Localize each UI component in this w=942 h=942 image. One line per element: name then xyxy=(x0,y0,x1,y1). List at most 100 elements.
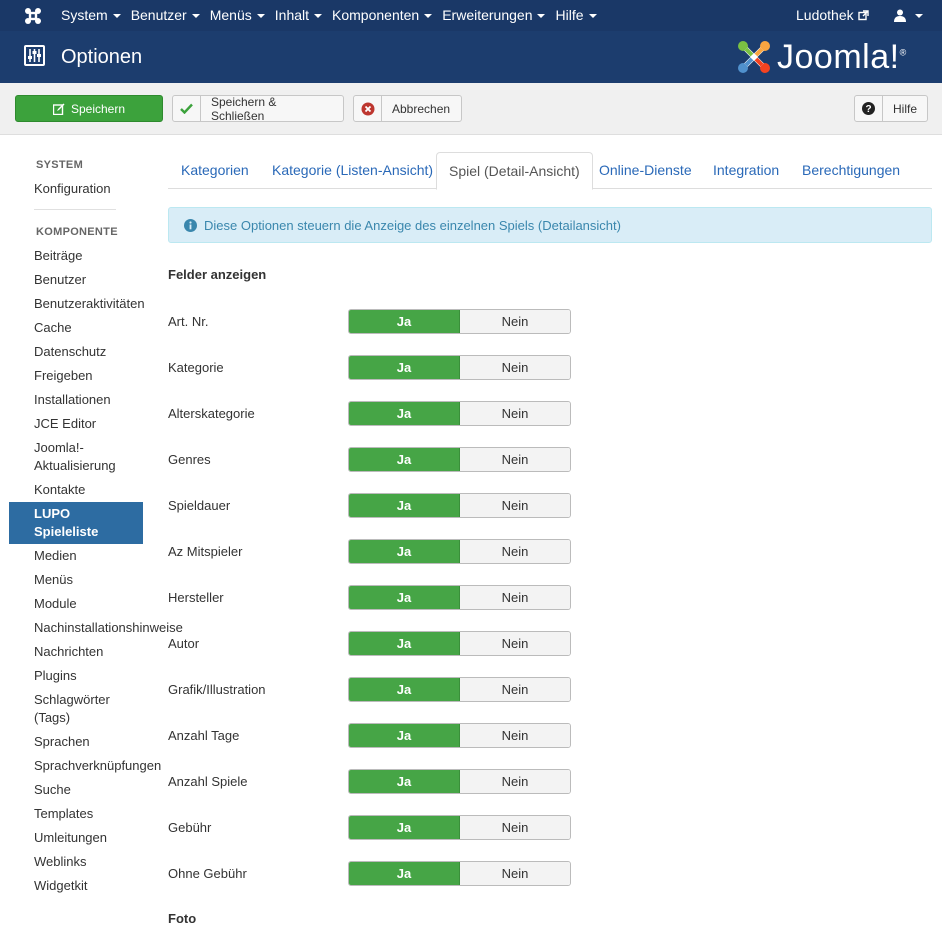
user-menu[interactable] xyxy=(894,0,923,31)
menu-menus[interactable]: Menüs xyxy=(210,0,265,31)
menu-erweiterungen[interactable]: Erweiterungen xyxy=(442,0,546,31)
field-label: Art. Nr. xyxy=(168,314,209,329)
sidebar-item-konfiguration[interactable]: Konfiguration xyxy=(34,180,111,198)
sidebar-item-kontakte[interactable]: Kontakte xyxy=(34,481,85,499)
sidebar-item-beitraege[interactable]: Beiträge xyxy=(34,247,82,265)
toggle-option-nein[interactable]: Nein xyxy=(460,540,570,563)
cancel-button[interactable]: Abbrechen xyxy=(353,95,462,122)
tab-kategorien[interactable]: Kategorien xyxy=(181,152,249,189)
site-name: Ludothek xyxy=(796,7,854,23)
sidebar-item-plugins[interactable]: Plugins xyxy=(34,667,77,685)
user-icon xyxy=(894,9,906,22)
sidebar-item-benutzeraktivitaeten[interactable]: Benutzeraktivitäten xyxy=(34,295,145,313)
sidebar-item-umleitungen[interactable]: Umleitungen xyxy=(34,829,107,847)
sidebar-item-suche[interactable]: Suche xyxy=(34,781,71,799)
sidebar-item-module[interactable]: Module xyxy=(34,595,77,613)
yes-no-toggle: Ja Nein xyxy=(348,309,571,334)
sidebar-item-nachrichten[interactable]: Nachrichten xyxy=(34,643,103,661)
section-title-foto: Foto xyxy=(168,911,197,926)
info-alert: Diese Optionen steuern die Anzeige des e… xyxy=(168,207,932,243)
tab-kategorie-listen-ansicht[interactable]: Kategorie (Listen-Ansicht) xyxy=(272,152,433,189)
help-button[interactable]: ? Hilfe xyxy=(854,95,928,122)
svg-text:?: ? xyxy=(865,104,871,115)
options-tabs: Kategorien Kategorie (Listen-Ansicht) Sp… xyxy=(168,152,932,190)
toggle-option-nein[interactable]: Nein xyxy=(460,310,570,333)
sidebar-item-installationen[interactable]: Installationen xyxy=(34,391,111,409)
yes-no-toggle: Ja Nein xyxy=(348,355,571,380)
menu-inhalt[interactable]: Inhalt xyxy=(275,0,323,31)
toggle-option-nein[interactable]: Nein xyxy=(460,448,570,471)
field-label: Kategorie xyxy=(168,360,224,375)
sidebar-item-joomla-aktualisierung[interactable]: Joomla!- Aktualisierung xyxy=(34,439,116,475)
field-label: Az Mitspieler xyxy=(168,544,243,559)
sidebar-item-weblinks[interactable]: Weblinks xyxy=(34,853,87,871)
menu-komponenten[interactable]: Komponenten xyxy=(332,0,433,31)
site-link[interactable]: Ludothek xyxy=(796,0,869,31)
yes-no-toggle: Ja Nein xyxy=(348,861,571,886)
toggle-option-ja[interactable]: Ja xyxy=(349,448,460,471)
toggle-option-ja[interactable]: Ja xyxy=(349,770,460,793)
toggle-option-nein[interactable]: Nein xyxy=(460,586,570,609)
toggle-option-ja[interactable]: Ja xyxy=(349,586,460,609)
menu-benutzer[interactable]: Benutzer xyxy=(131,0,200,31)
tab-online-dienste[interactable]: Online-Dienste xyxy=(599,152,692,189)
yes-no-toggle: Ja Nein xyxy=(348,585,571,610)
field-label: Ohne Gebühr xyxy=(168,866,247,881)
save-button[interactable]: Speichern xyxy=(15,95,163,122)
tab-integration[interactable]: Integration xyxy=(713,152,779,189)
yes-no-toggle: Ja Nein xyxy=(348,723,571,748)
save-close-button[interactable]: Speichern & Schließen xyxy=(172,95,344,123)
toggle-option-nein[interactable]: Nein xyxy=(460,494,570,517)
field-label: Spieldauer xyxy=(168,498,231,513)
joomla-logo-icon[interactable] xyxy=(22,5,44,27)
menu-hilfe[interactable]: Hilfe xyxy=(555,0,597,31)
sidebar-heading-komponente: KOMPONENTE xyxy=(36,226,118,238)
cancel-icon xyxy=(361,102,374,115)
toggle-option-ja[interactable]: Ja xyxy=(349,402,460,425)
options-sliders-icon xyxy=(24,45,45,66)
sidebar-divider xyxy=(34,209,116,210)
sidebar-item-medien[interactable]: Medien xyxy=(34,547,77,565)
caret-down-icon xyxy=(314,13,323,18)
sidebar-item-lupo-spieleliste[interactable]: LUPO Spieleliste xyxy=(9,502,143,544)
toggle-option-nein[interactable]: Nein xyxy=(460,862,570,885)
toggle-option-nein[interactable]: Nein xyxy=(460,770,570,793)
sidebar-item-cache[interactable]: Cache xyxy=(34,319,72,337)
toggle-option-ja[interactable]: Ja xyxy=(349,678,460,701)
toggle-option-ja[interactable]: Ja xyxy=(349,816,460,839)
sidebar-item-nachinstallationshinweise[interactable]: Nachinstallationshinweise xyxy=(34,619,183,637)
sidebar-item-datenschutz[interactable]: Datenschutz xyxy=(34,343,106,361)
toggle-option-nein[interactable]: Nein xyxy=(460,816,570,839)
caret-down-icon xyxy=(256,13,265,18)
main-menu: System Benutzer Menüs Inhalt Komponenten… xyxy=(61,0,607,31)
toggle-option-nein[interactable]: Nein xyxy=(460,402,570,425)
menu-system[interactable]: System xyxy=(61,0,121,31)
sidebar-item-jce-editor[interactable]: JCE Editor xyxy=(34,415,96,433)
toggle-option-nein[interactable]: Nein xyxy=(460,724,570,747)
sidebar-item-sprachen[interactable]: Sprachen xyxy=(34,733,90,751)
toggle-option-nein[interactable]: Nein xyxy=(460,632,570,655)
sidebar-item-sprachverknuepfungen[interactable]: Sprachverknüpfungen xyxy=(34,757,161,775)
toggle-option-ja[interactable]: Ja xyxy=(349,356,460,379)
tab-berechtigungen[interactable]: Berechtigungen xyxy=(802,152,900,189)
sidebar-item-menus[interactable]: Menüs xyxy=(34,571,73,589)
toggle-option-nein[interactable]: Nein xyxy=(460,356,570,379)
sidebar-item-freigeben[interactable]: Freigeben xyxy=(34,367,93,385)
toggle-option-ja[interactable]: Ja xyxy=(349,540,460,563)
sidebar-item-widgetkit[interactable]: Widgetkit xyxy=(34,877,87,895)
toggle-option-ja[interactable]: Ja xyxy=(349,632,460,655)
page-title: Optionen xyxy=(61,46,143,68)
external-link-icon xyxy=(857,10,869,21)
tab-spiel-detail-ansicht[interactable]: Spiel (Detail-Ansicht) xyxy=(436,152,593,190)
toggle-option-ja[interactable]: Ja xyxy=(349,724,460,747)
sidebar-item-schlagwoerter[interactable]: Schlagwörter (Tags) xyxy=(34,691,110,727)
sidebar-item-benutzer[interactable]: Benutzer xyxy=(34,271,86,289)
toggle-option-ja[interactable]: Ja xyxy=(349,862,460,885)
field-label: Autor xyxy=(168,636,200,651)
toggle-option-ja[interactable]: Ja xyxy=(349,310,460,333)
joomla-brand-icon xyxy=(738,41,770,73)
sidebar-item-templates[interactable]: Templates xyxy=(34,805,93,823)
toggle-option-ja[interactable]: Ja xyxy=(349,494,460,517)
toggle-option-nein[interactable]: Nein xyxy=(460,678,570,701)
joomla-brand: Joomla!® xyxy=(735,38,907,76)
